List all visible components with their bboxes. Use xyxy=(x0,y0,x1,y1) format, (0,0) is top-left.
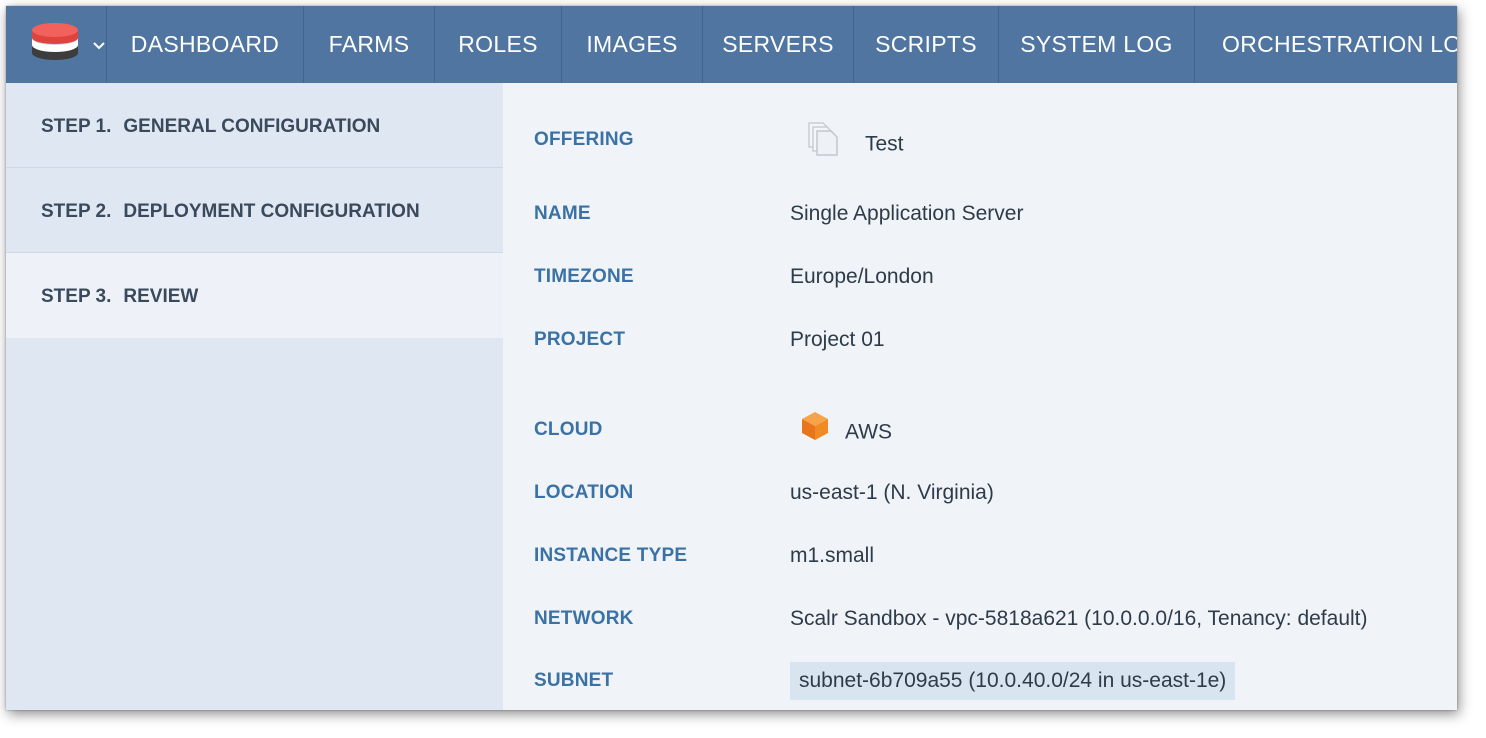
nav-system-log[interactable]: SYSTEM LOG xyxy=(999,6,1195,83)
location-row: LOCATION us-east-1 (N. Virginia) xyxy=(503,473,1457,513)
subnet-label: SUBNET xyxy=(534,670,614,691)
nav-images[interactable]: IMAGES xyxy=(562,6,703,83)
step-number: STEP 2. xyxy=(41,201,112,222)
step-deployment-configuration[interactable]: STEP 2. DEPLOYMENT CONFIGURATION xyxy=(6,168,503,253)
location-label: LOCATION xyxy=(534,482,634,503)
nav-farms[interactable]: FARMS xyxy=(304,6,435,83)
project-label: PROJECT xyxy=(534,329,626,350)
step-number: STEP 1. xyxy=(41,116,112,137)
chevron-down-icon xyxy=(92,38,106,52)
timezone-label: TIMEZONE xyxy=(534,266,634,287)
step-number: STEP 3. xyxy=(41,286,112,307)
offering-value: Test xyxy=(865,132,904,156)
step-label: DEPLOYMENT CONFIGURATION xyxy=(123,201,420,222)
subnet-value: subnet-6b709a55 (10.0.40.0/24 in us-east… xyxy=(790,662,1236,700)
project-row: PROJECT Project 01 xyxy=(503,320,1457,360)
name-value: Single Application Server xyxy=(790,202,1024,225)
nav-roles[interactable]: ROLES xyxy=(435,6,562,83)
step-general-configuration[interactable]: STEP 1. GENERAL CONFIGURATION xyxy=(6,83,503,168)
project-value: Project 01 xyxy=(790,328,885,351)
instance-type-value: m1.small xyxy=(790,544,875,567)
layered-stack-icon xyxy=(30,22,80,67)
cloud-value: AWS xyxy=(845,420,893,444)
nav-servers[interactable]: SERVERS xyxy=(703,6,854,83)
cloud-value-group: AWS xyxy=(799,410,892,456)
app-window: DASHBOARD FARMS ROLES IMAGES SERVERS SCR… xyxy=(6,6,1457,710)
offering-value-group: Test xyxy=(805,120,904,170)
network-value: Scalr Sandbox - vpc-5818a621 (10.0.0.0/1… xyxy=(790,607,1368,630)
timezone-value: Europe/London xyxy=(790,265,934,288)
cloud-row: CLOUD AWS xyxy=(503,410,1457,450)
name-row: NAME Single Application Server xyxy=(503,194,1457,234)
wizard-steps: STEP 1. GENERAL CONFIGURATION STEP 2. DEPL… xyxy=(6,83,503,710)
main-menu-button[interactable] xyxy=(6,6,107,83)
instance-type-row: INSTANCE TYPE m1.small xyxy=(503,536,1457,576)
offering-label: OFFERING xyxy=(534,129,634,150)
offering-row: OFFERING Test xyxy=(503,120,1457,160)
main-nav: DASHBOARD FARMS ROLES IMAGES SERVERS SCR… xyxy=(107,6,1457,83)
network-label: NETWORK xyxy=(534,608,634,629)
review-panel: OFFERING Test NAME Single Application Se… xyxy=(503,83,1457,710)
instance-type-label: INSTANCE TYPE xyxy=(534,545,688,566)
nav-dashboard[interactable]: DASHBOARD xyxy=(107,6,304,83)
timezone-row: TIMEZONE Europe/London xyxy=(503,257,1457,297)
top-navigation-bar: DASHBOARD FARMS ROLES IMAGES SERVERS SCR… xyxy=(6,6,1457,84)
step-label: REVIEW xyxy=(123,286,199,307)
network-row: NETWORK Scalr Sandbox - vpc-5818a621 (10… xyxy=(503,599,1457,639)
name-label: NAME xyxy=(534,203,591,224)
nav-orchestration-log[interactable]: ORCHESTRATION LOG xyxy=(1195,6,1457,83)
subnet-row: SUBNET subnet-6b709a55 (10.0.40.0/24 in … xyxy=(503,661,1457,701)
copy-icon xyxy=(805,120,839,170)
nav-scripts[interactable]: SCRIPTS xyxy=(854,6,999,83)
step-review[interactable]: STEP 3. REVIEW xyxy=(6,253,503,338)
step-label: GENERAL CONFIGURATION xyxy=(123,116,381,137)
cloud-label: CLOUD xyxy=(534,419,603,440)
location-value: us-east-1 (N. Virginia) xyxy=(790,481,994,504)
aws-cube-icon xyxy=(799,410,831,456)
